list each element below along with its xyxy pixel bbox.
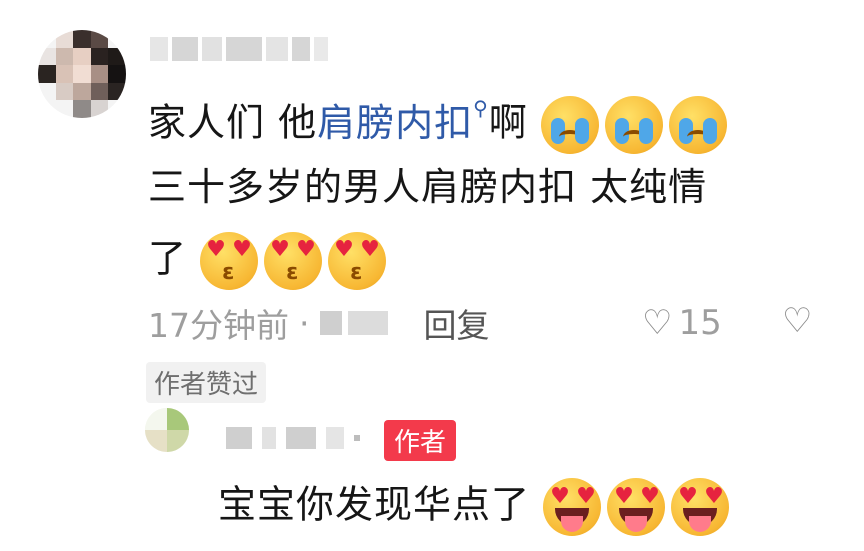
reply-line: 宝宝你发现华点了 ♥ ♥ ♥ ♥ ♥ ♥ [218, 478, 735, 536]
heart-eyes-tongue-face-icon: ♥ ♥ [543, 478, 602, 536]
commenter-avatar[interactable] [38, 30, 126, 118]
kissing-heart-eyes-face-icon: ♥ ♥ ɛ [200, 232, 259, 290]
comment-text-suffix: 啊 [488, 100, 528, 145]
comment-text-end: 了 [148, 236, 188, 281]
kissing-heart-eyes-face-icon: ♥ ♥ ɛ [328, 232, 387, 290]
author-liked-badge: 作者赞过 [146, 362, 267, 403]
crying-face-icon [604, 96, 663, 154]
comment-line-2: 三十多岁的男人肩膀内扣 太纯情 [148, 165, 708, 209]
kissing-heart-eyes-face-icon: ♥ ♥ ɛ [264, 232, 323, 290]
commenter-name-blurred[interactable] [150, 30, 340, 68]
reply-button[interactable]: 回复 [424, 299, 490, 347]
dislike-broken-heart-icon[interactable]: ♡ [782, 304, 812, 338]
author-name-blurred[interactable] [226, 426, 360, 450]
author-avatar[interactable] [145, 408, 189, 452]
crying-face-icon [668, 96, 727, 154]
search-keyword-link[interactable]: 肩膀内扣⚲ [317, 98, 489, 145]
comment-time: 17分钟前 [148, 306, 289, 345]
author-tag-badge: 作者 [384, 420, 457, 461]
crying-face-icon [540, 96, 599, 154]
comment-line-1: 家人们 他肩膀内扣⚲啊 [148, 96, 733, 154]
like-count: 15 [678, 303, 722, 343]
location-blurred [319, 311, 342, 335]
search-keyword-text: 肩膀内扣 [317, 100, 474, 145]
comment-meta: 17分钟前 · 回复 [148, 299, 490, 347]
search-icon: ⚲ [473, 96, 489, 120]
meta-separator: · [299, 303, 310, 343]
comment-text-prefix: 家人们 他 [148, 100, 318, 145]
comment-line-3: 了 ♥ ♥ ɛ ♥ ♥ ɛ ♥ ♥ ɛ [148, 232, 392, 290]
heart-outline-icon: ♡ [642, 303, 673, 343]
like-button[interactable]: ♡ 15 [642, 302, 722, 344]
heart-eyes-tongue-face-icon: ♥ ♥ [671, 478, 730, 536]
heart-eyes-tongue-face-icon: ♥ ♥ [607, 478, 666, 536]
location-blurred [347, 311, 388, 335]
reply-text: 宝宝你发现华点了 [218, 482, 531, 527]
